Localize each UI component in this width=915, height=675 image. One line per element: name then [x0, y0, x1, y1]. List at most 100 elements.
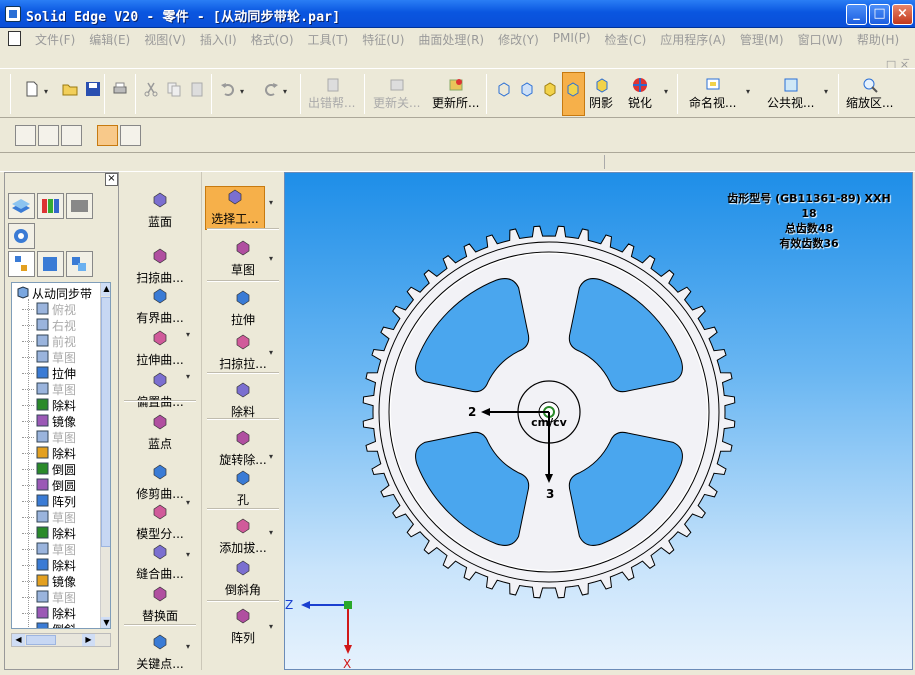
- hidden-edges-icon[interactable]: [519, 81, 535, 97]
- named-view-button[interactable]: 命名视...: [689, 94, 736, 111]
- chevron-down-icon[interactable]: ▾: [746, 87, 750, 96]
- ribbon-button[interactable]: 旋转除...: [205, 428, 281, 468]
- ribbon-button[interactable]: 扫掠曲...: [122, 246, 198, 286]
- ribbon-button[interactable]: 模型分...: [122, 502, 198, 542]
- ribbon-button[interactable]: 有界曲...: [122, 286, 198, 326]
- update-links-icon[interactable]: [389, 77, 405, 93]
- ribbon-button[interactable]: 替换面: [122, 584, 198, 624]
- wireframe-view-icon[interactable]: [496, 81, 512, 97]
- chevron-down-icon[interactable]: ▾: [269, 348, 273, 357]
- shadow-button[interactable]: 阴影: [589, 94, 613, 111]
- update-all-icon[interactable]: [448, 77, 464, 93]
- menu-item[interactable]: 应用程序(A): [653, 31, 733, 48]
- chevron-down-icon[interactable]: ▾: [283, 87, 287, 96]
- menu-item[interactable]: 工具(T): [301, 31, 356, 48]
- minimize-button[interactable]: _: [846, 4, 867, 25]
- chevron-down-icon[interactable]: ▾: [269, 528, 273, 537]
- ribbon-tool-icon: [153, 504, 167, 520]
- ribbon-tool-icon: [153, 248, 167, 264]
- graphics-window[interactable]: 齿形型号 (GB11361-89) XXH 18 总齿数48 有效齿数36 cm…: [284, 172, 913, 670]
- tree-horizontal-scrollbar[interactable]: ◀ ▶: [11, 633, 111, 647]
- ribbon-button[interactable]: 关键点...: [122, 632, 198, 672]
- print-icon[interactable]: [112, 81, 128, 97]
- menu-item[interactable]: 帮助(H): [850, 31, 906, 48]
- save-icon[interactable]: [85, 81, 101, 97]
- features-library-tab[interactable]: [66, 193, 93, 219]
- chevron-down-icon[interactable]: ▾: [664, 87, 668, 96]
- select-filter-active[interactable]: [97, 125, 118, 146]
- chevron-down-icon[interactable]: ▾: [824, 87, 828, 96]
- redo-icon[interactable]: [263, 81, 279, 97]
- chevron-down-icon[interactable]: ▾: [269, 622, 273, 631]
- select-filter[interactable]: [120, 125, 141, 146]
- new-file-icon[interactable]: [24, 81, 40, 97]
- chevron-down-icon[interactable]: ▾: [269, 198, 273, 207]
- menu-item[interactable]: 编辑(E): [82, 31, 137, 48]
- close-button[interactable]: ×: [892, 4, 913, 25]
- pathfinder-tool-2[interactable]: [38, 125, 59, 146]
- ribbon-button[interactable]: 除料: [205, 380, 281, 420]
- tree-item-label: 除料: [52, 559, 77, 573]
- tree-item-label: 除料: [52, 447, 77, 461]
- pathfinder-tool-1[interactable]: [15, 125, 36, 146]
- ribbon-button[interactable]: 修剪曲...: [122, 462, 198, 502]
- cut-icon[interactable]: [143, 81, 159, 97]
- menu-item[interactable]: PMI(P): [546, 31, 598, 48]
- menu-item[interactable]: 视图(V): [137, 31, 193, 48]
- assembly-tab[interactable]: [37, 251, 64, 277]
- paste-icon[interactable]: [189, 81, 205, 97]
- chevron-down-icon[interactable]: ▾: [186, 550, 190, 559]
- menu-item[interactable]: 修改(Y): [491, 31, 546, 48]
- common-view-button[interactable]: 公共视...: [767, 94, 814, 111]
- menu-item[interactable]: 管理(M): [733, 31, 791, 48]
- chevron-down-icon[interactable]: ▾: [186, 642, 190, 651]
- menu-item[interactable]: 格式(O): [244, 31, 301, 48]
- menu-item[interactable]: 窗口(W): [791, 31, 850, 48]
- tree-vertical-scrollbar[interactable]: ▲ ▼: [100, 283, 110, 628]
- ribbon-button[interactable]: 倒斜角: [205, 558, 281, 598]
- ribbon-button[interactable]: 蓝点: [122, 412, 198, 452]
- pulley-model[interactable]: cm/cv 2 3: [285, 173, 913, 670]
- ribbon-button[interactable]: 拉伸: [205, 288, 281, 328]
- chevron-down-icon[interactable]: ▾: [186, 372, 190, 381]
- update-links-button[interactable]: 更新关...: [373, 94, 420, 111]
- chevron-down-icon[interactable]: ▾: [186, 498, 190, 507]
- chevron-down-icon[interactable]: ▾: [269, 254, 273, 263]
- close-icon[interactable]: ×: [105, 173, 118, 186]
- menu-item[interactable]: 插入(I): [193, 31, 244, 48]
- settings-tab[interactable]: [8, 223, 35, 249]
- chevron-down-icon[interactable]: ▾: [186, 330, 190, 339]
- chevron-down-icon[interactable]: ▾: [269, 452, 273, 461]
- ribbon-button[interactable]: 孔: [205, 468, 281, 508]
- ribbon-button[interactable]: 蓝面: [122, 190, 198, 230]
- pathfinder-tool-3[interactable]: [61, 125, 82, 146]
- open-folder-icon[interactable]: [62, 81, 78, 97]
- sketch-tab[interactable]: [66, 251, 93, 277]
- ribbon-tool-icon: [236, 560, 250, 576]
- update-all-button[interactable]: 更新所...: [432, 94, 479, 111]
- chevron-down-icon[interactable]: ▾: [44, 87, 48, 96]
- error-assistant-icon[interactable]: [325, 77, 341, 93]
- copy-icon[interactable]: [166, 81, 182, 97]
- ribbon-button[interactable]: 选择工...: [205, 186, 265, 230]
- error-assistant-button[interactable]: 出错帮...: [308, 94, 355, 111]
- undo-icon[interactable]: [220, 81, 236, 97]
- menu-item[interactable]: 曲面处理(R): [411, 31, 491, 48]
- mdi-window-controls[interactable]: _ □ ×: [886, 48, 909, 70]
- menu-item[interactable]: 特征(U): [355, 31, 411, 48]
- menu-item[interactable]: 检查(C): [598, 31, 654, 48]
- maximize-button[interactable]: □: [869, 4, 890, 25]
- feature-tree[interactable]: 从动同步带 俯视 右视 前视 草图 拉伸 草图 除料 镜像 草图 除料 倒圆 倒圆 阵列 草图 除料 草图 除料…: [11, 282, 111, 629]
- feature-tree-tab[interactable]: [8, 251, 35, 277]
- shaded-icon[interactable]: [542, 81, 558, 97]
- menu-item[interactable]: 文件(F): [28, 31, 82, 48]
- ribbon-button[interactable]: 缝合曲...: [122, 542, 198, 582]
- document-icon[interactable]: [8, 31, 21, 46]
- layers-tab[interactable]: [8, 193, 35, 219]
- sharpen-button[interactable]: 锐化: [628, 94, 652, 111]
- zoom-area-button[interactable]: 缩放区...: [846, 94, 893, 111]
- ribbon-button-label: 有界曲...: [136, 311, 184, 325]
- chevron-down-icon[interactable]: ▾: [240, 87, 244, 96]
- solid-edge-app-icon[interactable]: [5, 6, 21, 22]
- materials-tab[interactable]: [37, 193, 64, 219]
